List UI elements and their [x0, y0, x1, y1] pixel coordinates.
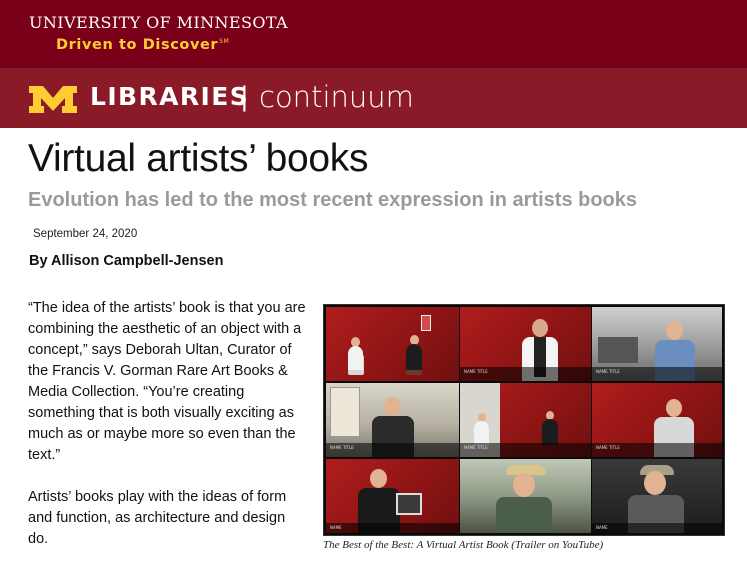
libraries-header: LIBRARIES | continuum: [0, 67, 747, 128]
article-body: “The idea of the artists’ book is that y…: [28, 298, 308, 571]
service-mark: SM: [219, 38, 230, 46]
continuum-label[interactable]: continuum: [259, 80, 414, 114]
university-name[interactable]: University of Minnesota: [29, 13, 288, 32]
video-still: NAME TITLE: [592, 307, 722, 381]
video-still: NAME: [592, 459, 722, 533]
video-still: [326, 307, 459, 381]
figure-caption[interactable]: The Best of the Best: A Virtual Artist B…: [323, 539, 603, 551]
video-still: [460, 459, 591, 533]
video-still: NAME TITLE: [592, 383, 722, 457]
article-byline: By Allison Campbell-Jensen: [29, 253, 224, 269]
tagline-text: Driven to Discover: [56, 37, 219, 53]
video-still: NAME TITLE: [460, 383, 591, 457]
university-header: University of Minnesota Driven to Discov…: [0, 0, 747, 67]
video-still: NAME TITLE: [326, 383, 459, 457]
video-still-grid: NAME TITLE NAME TITLE NAME TITLE NAME TI…: [326, 307, 722, 533]
paragraph-form-function: Artists’ books play with the ideas of fo…: [28, 489, 287, 547]
video-collage-image[interactable]: NAME TITLE NAME TITLE NAME TITLE NAME TI…: [323, 304, 725, 536]
paragraph-quote: “The idea of the artists’ book is that y…: [28, 300, 306, 463]
header-separator: |: [240, 82, 249, 112]
university-tagline: Driven to DiscoverSM: [56, 37, 229, 53]
block-m-logo-icon[interactable]: [29, 86, 77, 113]
article-subtitle: Evolution has led to the most recent exp…: [28, 189, 638, 211]
video-still: NAME TITLE: [460, 307, 591, 381]
video-still: NAME: [326, 459, 459, 533]
article-title: Virtual artists’ books: [28, 137, 369, 180]
libraries-label[interactable]: LIBRARIES: [90, 82, 249, 111]
article-date: September 24, 2020: [33, 228, 138, 240]
